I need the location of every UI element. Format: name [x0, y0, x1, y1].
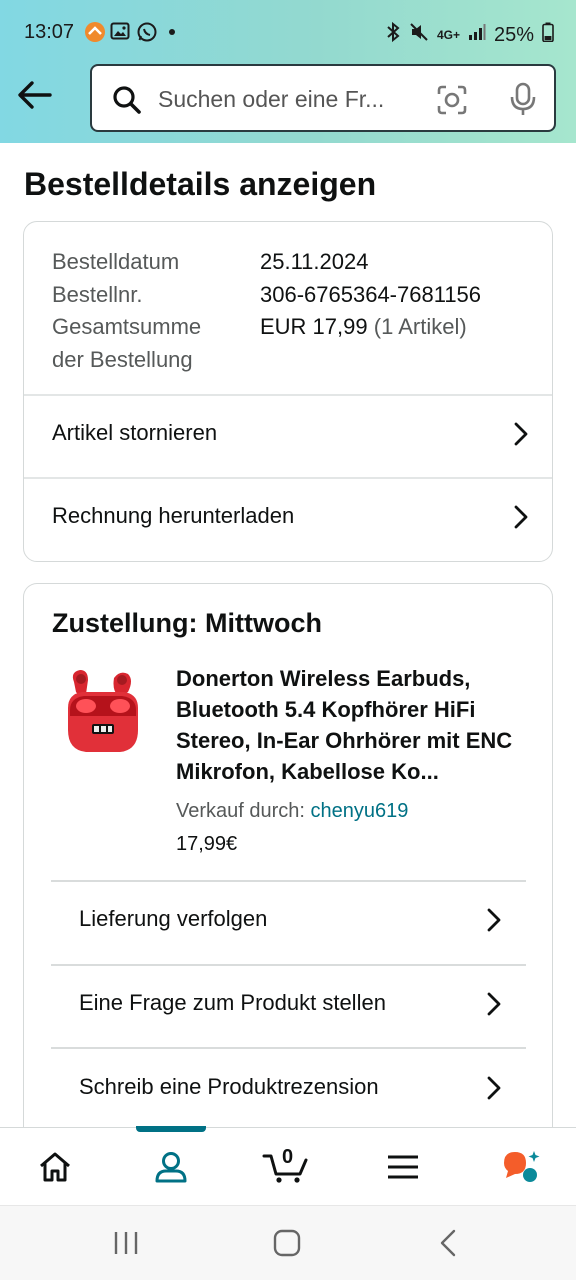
app-header: 13:07 4G+ 25% Suchen oder eine Fr... [0, 0, 576, 143]
order-item-count: (1 Artikel) [373, 314, 467, 339]
search-bar[interactable]: Suchen oder eine Fr... [90, 64, 556, 132]
order-total-label: Gesamtsumme [52, 314, 202, 339]
menu-icon[interactable] [363, 1128, 443, 1206]
account-icon[interactable] [131, 1128, 211, 1206]
chevron-right-icon [485, 907, 503, 933]
divider [51, 880, 526, 882]
chevron-right-icon [485, 991, 503, 1017]
product-image[interactable] [64, 668, 142, 756]
track-package-label: Lieferung verfolgen [79, 906, 268, 931]
order-date: 25.11.2024 [260, 249, 369, 274]
seller-prefix: Verkauf durch: [176, 800, 311, 822]
search-icon [112, 85, 142, 115]
home-icon[interactable] [15, 1128, 95, 1206]
cancel-items-link[interactable]: Artikel stornieren [52, 413, 530, 453]
back-arrow-icon[interactable] [16, 78, 54, 112]
ask-product-question-link[interactable]: Eine Frage zum Produkt stellen [79, 983, 501, 1023]
product-price: 17,99€ [176, 833, 238, 855]
chevron-right-icon [512, 504, 530, 530]
back-button-icon[interactable] [436, 1226, 460, 1260]
dot-icon [162, 21, 182, 41]
cancel-items-label: Artikel stornieren [52, 420, 218, 445]
status-bar: 13:07 4G+ 25% [0, 0, 576, 62]
system-navigation-bar [0, 1205, 576, 1280]
divider [51, 1047, 526, 1049]
order-number-label: Bestellnr. [52, 281, 143, 307]
bluetooth-icon [385, 21, 401, 49]
status-time: 13:07 [24, 21, 75, 43]
product-title-link[interactable]: Donerton Wireless Earbuds, Bluetooth 5.4… [176, 663, 526, 787]
delivery-title: Zustellung: Mittwoch [52, 608, 322, 638]
bottom-navigation: 0 [0, 1126, 576, 1206]
seller-info: Verkauf durch: chenyu619 [176, 800, 408, 823]
order-date-label: Bestelldatum [52, 249, 180, 274]
signal-icon [468, 23, 486, 47]
write-review-label: Schreib eine Produktrezension [79, 1074, 379, 1099]
download-invoice-label: Rechnung herunterladen [52, 503, 295, 528]
track-package-link[interactable]: Lieferung verfolgen [79, 899, 501, 939]
ask-product-question-label: Eine Frage zum Produkt stellen [79, 990, 386, 1015]
recent-apps-icon[interactable] [112, 1226, 140, 1260]
gallery-icon [110, 21, 130, 41]
delivery-card: Zustellung: Mittwoch Donerton Wireless E… [23, 583, 553, 1143]
order-info: Bestelldatum 25.11.2024 Bestellnr. 306-6… [52, 246, 481, 376]
cart-count: 0 [282, 1146, 294, 1168]
order-summary-card: Bestelldatum 25.11.2024 Bestellnr. 306-6… [23, 221, 553, 562]
order-number: 306-6765364-7681156 [260, 281, 482, 307]
download-invoice-link[interactable]: Rechnung herunterladen [52, 496, 530, 536]
order-total-label-line2: der Bestellung [52, 346, 193, 372]
mute-icon [409, 22, 429, 48]
microphone-icon[interactable] [508, 82, 538, 116]
battery-icon [542, 22, 554, 48]
divider [24, 394, 552, 396]
whatsapp-icon [136, 21, 157, 42]
chevron-right-icon [512, 421, 530, 447]
network-type: 4G+ [436, 28, 460, 42]
notification-app-icon [84, 21, 105, 42]
write-review-link[interactable]: Schreib eine Produktrezension [79, 1067, 501, 1107]
battery-percent: 25% [493, 23, 534, 46]
assistant-icon[interactable] [480, 1128, 560, 1206]
divider [51, 964, 526, 966]
page-title: Bestelldetails anzeigen [24, 166, 377, 202]
camera-scan-icon[interactable] [436, 84, 468, 116]
search-input[interactable]: Suchen oder eine Fr... [158, 86, 416, 113]
seller-link[interactable]: chenyu619 [311, 800, 409, 822]
chevron-right-icon [485, 1075, 503, 1101]
home-button-icon[interactable] [271, 1226, 303, 1260]
order-total-value: EUR 17,99 [260, 314, 368, 339]
divider [24, 477, 552, 479]
